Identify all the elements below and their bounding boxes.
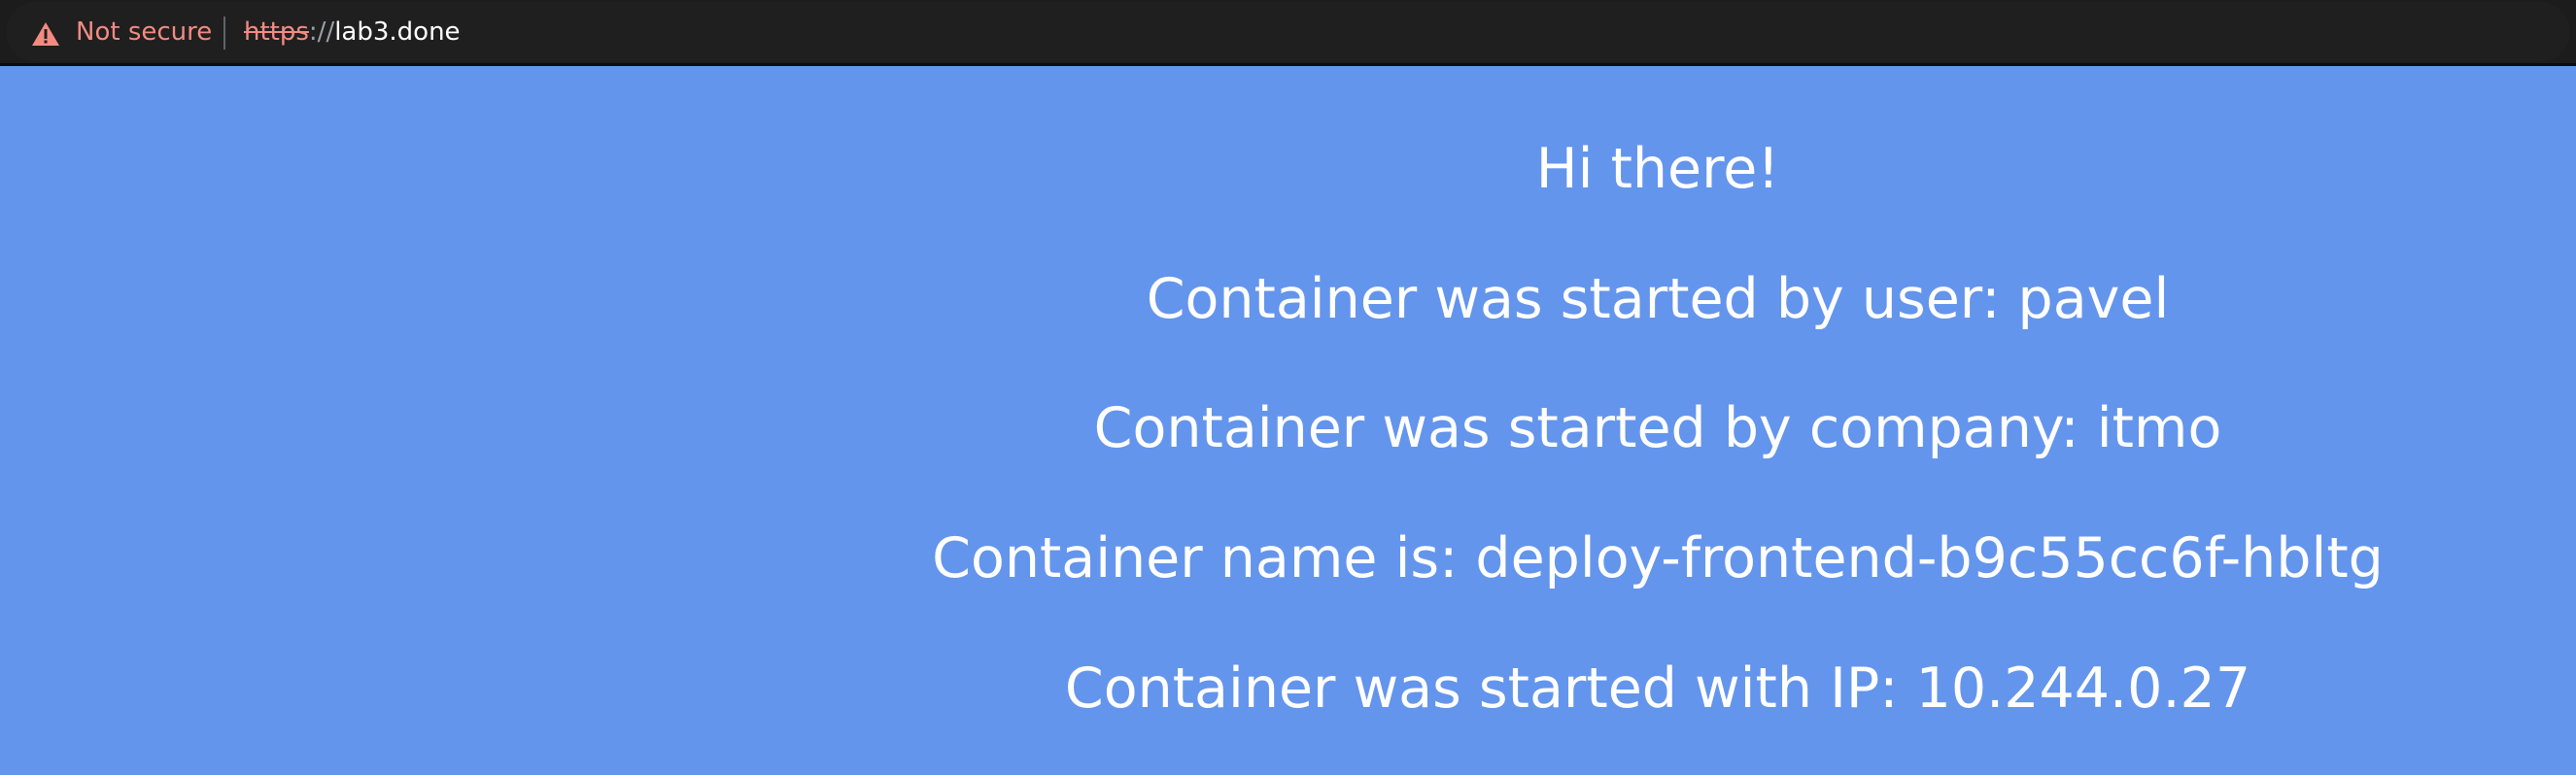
- container-name-text: Container name is: deploy-frontend-b9c55…: [932, 526, 2384, 590]
- warning-triangle-icon[interactable]: [31, 21, 60, 47]
- greeting-heading: Hi there!: [1535, 137, 1780, 201]
- security-status-label[interactable]: Not secure: [76, 16, 212, 49]
- address-bar-divider: [223, 17, 225, 50]
- container-company-text: Container was started by company: itmo: [1093, 396, 2222, 460]
- page-content: Hi there! Container was started by user:…: [0, 66, 2576, 775]
- url-separator: ://: [308, 17, 335, 47]
- container-ip-text: Container was started with IP: 10.244.0.…: [1064, 657, 2251, 721]
- address-bar[interactable]: Not secure https://lab3.done: [6, 2, 2570, 62]
- url-text[interactable]: https://lab3.done: [244, 16, 461, 49]
- browser-toolbar: Not secure https://lab3.done: [0, 0, 2576, 66]
- url-host: lab3.done: [334, 17, 461, 47]
- container-user-text: Container was started by user: pavel: [1146, 267, 2170, 331]
- url-scheme: https: [244, 17, 309, 47]
